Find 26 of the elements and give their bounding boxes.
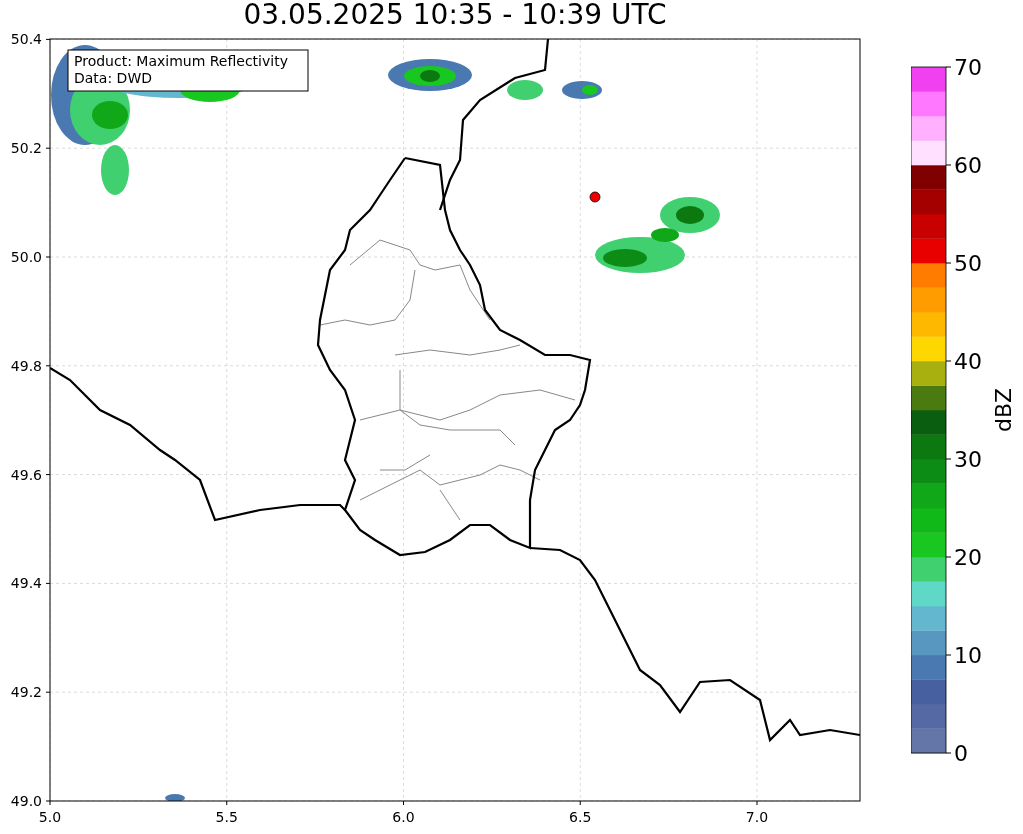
y-tick-label: 50.0 <box>10 249 42 265</box>
x-tick-label: 7.0 <box>745 809 769 825</box>
x-tick-label: 6.5 <box>569 809 592 825</box>
colorbar-tick-label: 60 <box>954 153 982 178</box>
y-tick-label: 49.0 <box>10 793 42 809</box>
colorbar-tick-label: 10 <box>954 643 982 668</box>
location-marker <box>589 191 601 203</box>
x-tick-label: 6.0 <box>392 809 415 825</box>
colorbar-tick-label: 20 <box>954 545 982 570</box>
colorbar-tick-label: 50 <box>954 251 982 276</box>
chart-title: 03.05.2025 10:35 - 10:39 UTC <box>243 0 667 31</box>
y-tick-label: 49.8 <box>10 357 42 374</box>
y-tick-label: 49.2 <box>10 684 42 701</box>
y-tick-label: 49.4 <box>10 575 42 592</box>
colorbar-tick-label: 0 <box>954 741 968 766</box>
colorbar-tick-label: 70 <box>954 57 982 80</box>
y-tick-label: 50.2 <box>10 140 42 157</box>
x-tick-label: 5.5 <box>215 809 238 825</box>
colorbar-tick-label: 40 <box>954 349 982 374</box>
x-tick-label: 5.0 <box>38 809 62 825</box>
colorbar-label: dBZ <box>991 387 1016 433</box>
colorbar-tick-label: 30 <box>954 447 982 472</box>
legend-text: Product: Maximum Reflectivity <box>74 53 288 69</box>
y-tick-label: 49.6 <box>10 466 42 483</box>
y-tick-label: 50.4 <box>10 31 42 48</box>
legend-text: Data: DWD <box>74 70 152 86</box>
